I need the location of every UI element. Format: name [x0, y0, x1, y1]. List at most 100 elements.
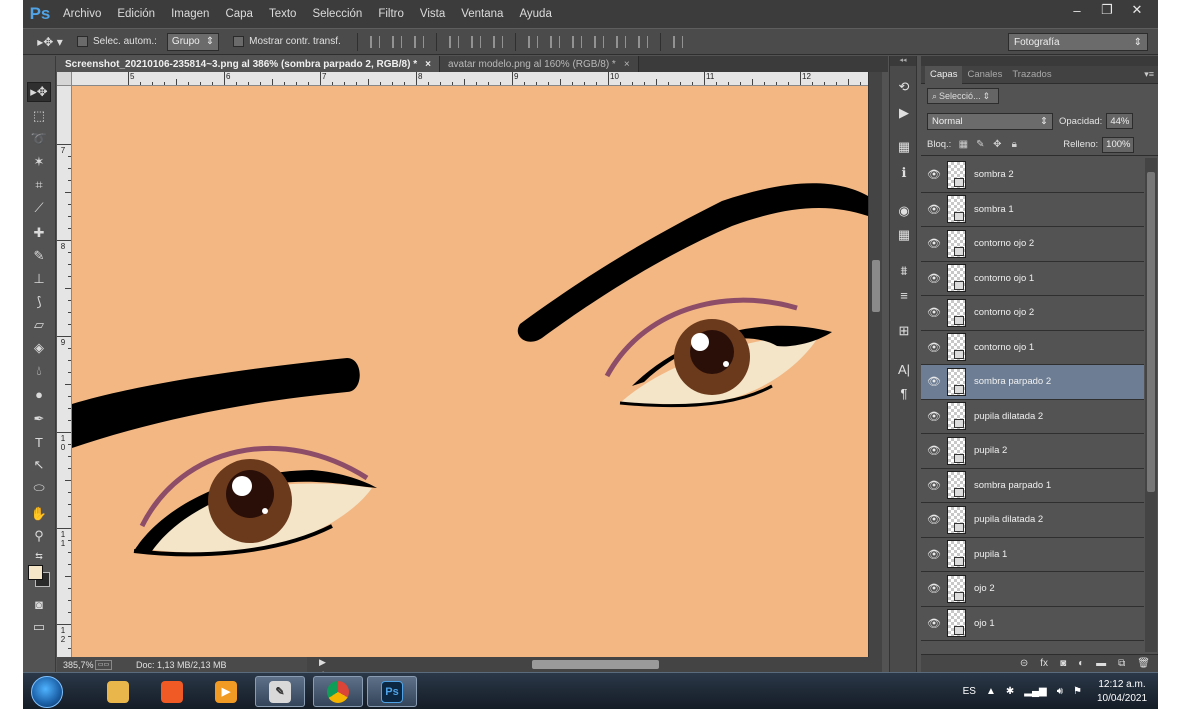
- layer-name[interactable]: ojo 2: [974, 583, 995, 594]
- vertical-ruler[interactable]: 7 8 9 1 0 1 1 1 2: [57, 86, 72, 657]
- healing-brush-tool-icon[interactable]: ✚: [27, 223, 51, 243]
- layer-name[interactable]: sombra 1: [974, 204, 1014, 215]
- layer-row[interactable]: 👁︎ ojo 2: [921, 572, 1144, 607]
- swatches-panel-icon[interactable]: ▦: [895, 226, 913, 244]
- adjustment-layer-icon[interactable]: ◐: [1078, 658, 1084, 669]
- screen-mode-icon[interactable]: ▭: [27, 617, 51, 637]
- align-top-icon[interactable]: [369, 35, 380, 48]
- align-hcenter-icon[interactable]: [470, 35, 481, 48]
- magic-wand-tool-icon[interactable]: ✶: [27, 152, 51, 172]
- taskbar-brave[interactable]: [147, 676, 197, 707]
- visibility-eye-icon[interactable]: 👁︎: [921, 444, 947, 457]
- paragraph-panel-icon[interactable]: ¶: [895, 384, 913, 402]
- layer-name[interactable]: pupila 2: [974, 445, 1007, 456]
- visibility-eye-icon[interactable]: 👁︎: [921, 272, 947, 285]
- menu-filtro[interactable]: Filtro: [370, 0, 412, 28]
- history-brush-tool-icon[interactable]: ⟆: [27, 292, 51, 312]
- eyedropper-tool-icon[interactable]: ⟋: [27, 198, 51, 218]
- menu-archivo[interactable]: Archivo: [55, 0, 109, 28]
- history-panel-icon[interactable]: ⟲: [895, 78, 913, 96]
- move-tool-preset-icon[interactable]: ▸✥ ▾: [23, 29, 77, 55]
- distribute-left-icon[interactable]: [593, 35, 604, 48]
- canvas-vertical-scrollbar[interactable]: [868, 72, 882, 657]
- menu-texto[interactable]: Texto: [261, 0, 305, 28]
- visibility-eye-icon[interactable]: 👁︎: [921, 341, 947, 354]
- layer-name[interactable]: sombra parpado 2: [974, 376, 1051, 387]
- menu-vista[interactable]: Vista: [412, 0, 453, 28]
- taskbar-chrome[interactable]: [313, 676, 363, 707]
- menu-ventana[interactable]: Ventana: [453, 0, 511, 28]
- blur-tool-icon[interactable]: 💧︎: [27, 361, 51, 381]
- menu-ayuda[interactable]: Ayuda: [511, 0, 559, 28]
- layer-row[interactable]: 👁︎ contorno ojo 2: [921, 296, 1144, 331]
- lock-position-icon[interactable]: ✥: [992, 139, 1002, 150]
- scroll-thumb[interactable]: [532, 660, 659, 669]
- show-hidden-icons-icon[interactable]: ▲: [986, 686, 996, 697]
- align-vcenter-icon[interactable]: [391, 35, 402, 48]
- ellipse-tool-icon[interactable]: ⬭: [27, 478, 51, 498]
- move-tool-icon[interactable]: ▸✥: [27, 82, 51, 102]
- app-tray-icon[interactable]: ✱: [1006, 686, 1014, 697]
- brush-panel-icon[interactable]: ≡: [895, 286, 913, 304]
- lock-pixels-icon[interactable]: ✎: [975, 139, 985, 150]
- layer-name[interactable]: contorno ojo 1: [974, 273, 1034, 284]
- zoom-tool-icon[interactable]: ⚲: [27, 526, 51, 546]
- taskbar-paint[interactable]: ✎: [255, 676, 305, 707]
- brush-presets-icon[interactable]: ⩩: [895, 262, 913, 280]
- distribute-bottom-icon[interactable]: [571, 35, 582, 48]
- link-layers-icon[interactable]: ⊝: [1020, 658, 1028, 669]
- layer-row[interactable]: 👁︎ contorno ojo 1: [921, 261, 1144, 296]
- start-button[interactable]: [31, 676, 63, 708]
- brush-tool-icon[interactable]: ✎: [27, 246, 51, 266]
- paint-bucket-tool-icon[interactable]: ◈: [27, 338, 51, 358]
- visibility-eye-icon[interactable]: 👁︎: [921, 582, 947, 595]
- align-bottom-icon[interactable]: [413, 35, 424, 48]
- lock-all-icon[interactable]: 🔒︎: [1009, 139, 1019, 150]
- layer-style-icon[interactable]: fx: [1040, 658, 1048, 669]
- document-tab[interactable]: avatar modelo.png al 160% (RGB/8) * ×: [439, 56, 639, 72]
- canvas-horizontal-scrollbar[interactable]: [307, 657, 882, 672]
- align-left-icon[interactable]: [448, 35, 459, 48]
- layer-name[interactable]: contorno ojo 2: [974, 238, 1034, 249]
- new-layer-icon[interactable]: ⧉: [1118, 658, 1125, 669]
- clone-source-icon[interactable]: ⊞: [895, 322, 913, 340]
- layer-row[interactable]: 👁︎ pupila dilatada 2: [921, 399, 1144, 434]
- auto-select-dropdown[interactable]: Grupo ⇕: [166, 32, 220, 51]
- close-button[interactable]: ✕: [1122, 0, 1152, 20]
- restore-button[interactable]: ❐: [1092, 0, 1122, 20]
- distribute-vcenter-icon[interactable]: [549, 35, 560, 48]
- visibility-eye-icon[interactable]: 👁︎: [921, 513, 947, 526]
- align-right-icon[interactable]: [492, 35, 503, 48]
- network-icon[interactable]: ▂▄▆: [1024, 686, 1046, 697]
- taskbar-photoshop[interactable]: Ps: [367, 676, 417, 707]
- close-tab-icon[interactable]: ×: [624, 59, 630, 70]
- navigator-panel-icon[interactable]: ▦: [895, 138, 913, 156]
- ruler-corner[interactable]: [57, 72, 72, 86]
- crop-tool-icon[interactable]: ⌗: [27, 175, 51, 195]
- action-center-icon[interactable]: ⚑: [1073, 686, 1082, 697]
- layer-row[interactable]: 👁︎ contorno ojo 1: [921, 330, 1144, 365]
- distribute-right-icon[interactable]: [637, 35, 648, 48]
- language-indicator[interactable]: ES: [963, 686, 976, 697]
- document-canvas[interactable]: [72, 86, 868, 657]
- visibility-eye-icon[interactable]: 👁︎: [921, 203, 947, 216]
- new-group-icon[interactable]: ▬: [1096, 658, 1106, 669]
- quick-mask-icon[interactable]: ◙: [27, 594, 51, 614]
- visibility-eye-icon[interactable]: 👁︎: [921, 375, 947, 388]
- type-tool-icon[interactable]: T: [27, 432, 51, 452]
- document-tab-active[interactable]: Screenshot_20210106-235814~3.png al 386%…: [57, 56, 440, 72]
- layer-name[interactable]: contorno ojo 2: [974, 307, 1034, 318]
- menu-capa[interactable]: Capa: [217, 0, 261, 28]
- stamp-tool-icon[interactable]: ⊥: [27, 269, 51, 289]
- visibility-eye-icon[interactable]: 👁︎: [921, 410, 947, 423]
- layer-name[interactable]: sombra 2: [974, 169, 1014, 180]
- layer-name[interactable]: sombra parpado 1: [974, 480, 1051, 491]
- actions-panel-icon[interactable]: ▶: [895, 104, 913, 122]
- panel-menu-icon[interactable]: ▾≡: [1144, 69, 1154, 80]
- visibility-eye-icon[interactable]: 👁︎: [921, 548, 947, 561]
- fill-field[interactable]: 100%: [1102, 136, 1135, 153]
- layers-scrollbar[interactable]: [1145, 158, 1157, 652]
- auto-align-layers-icon[interactable]: [672, 35, 683, 48]
- add-mask-icon[interactable]: ◙: [1060, 658, 1066, 669]
- taskbar-media-player[interactable]: ▶: [201, 676, 251, 707]
